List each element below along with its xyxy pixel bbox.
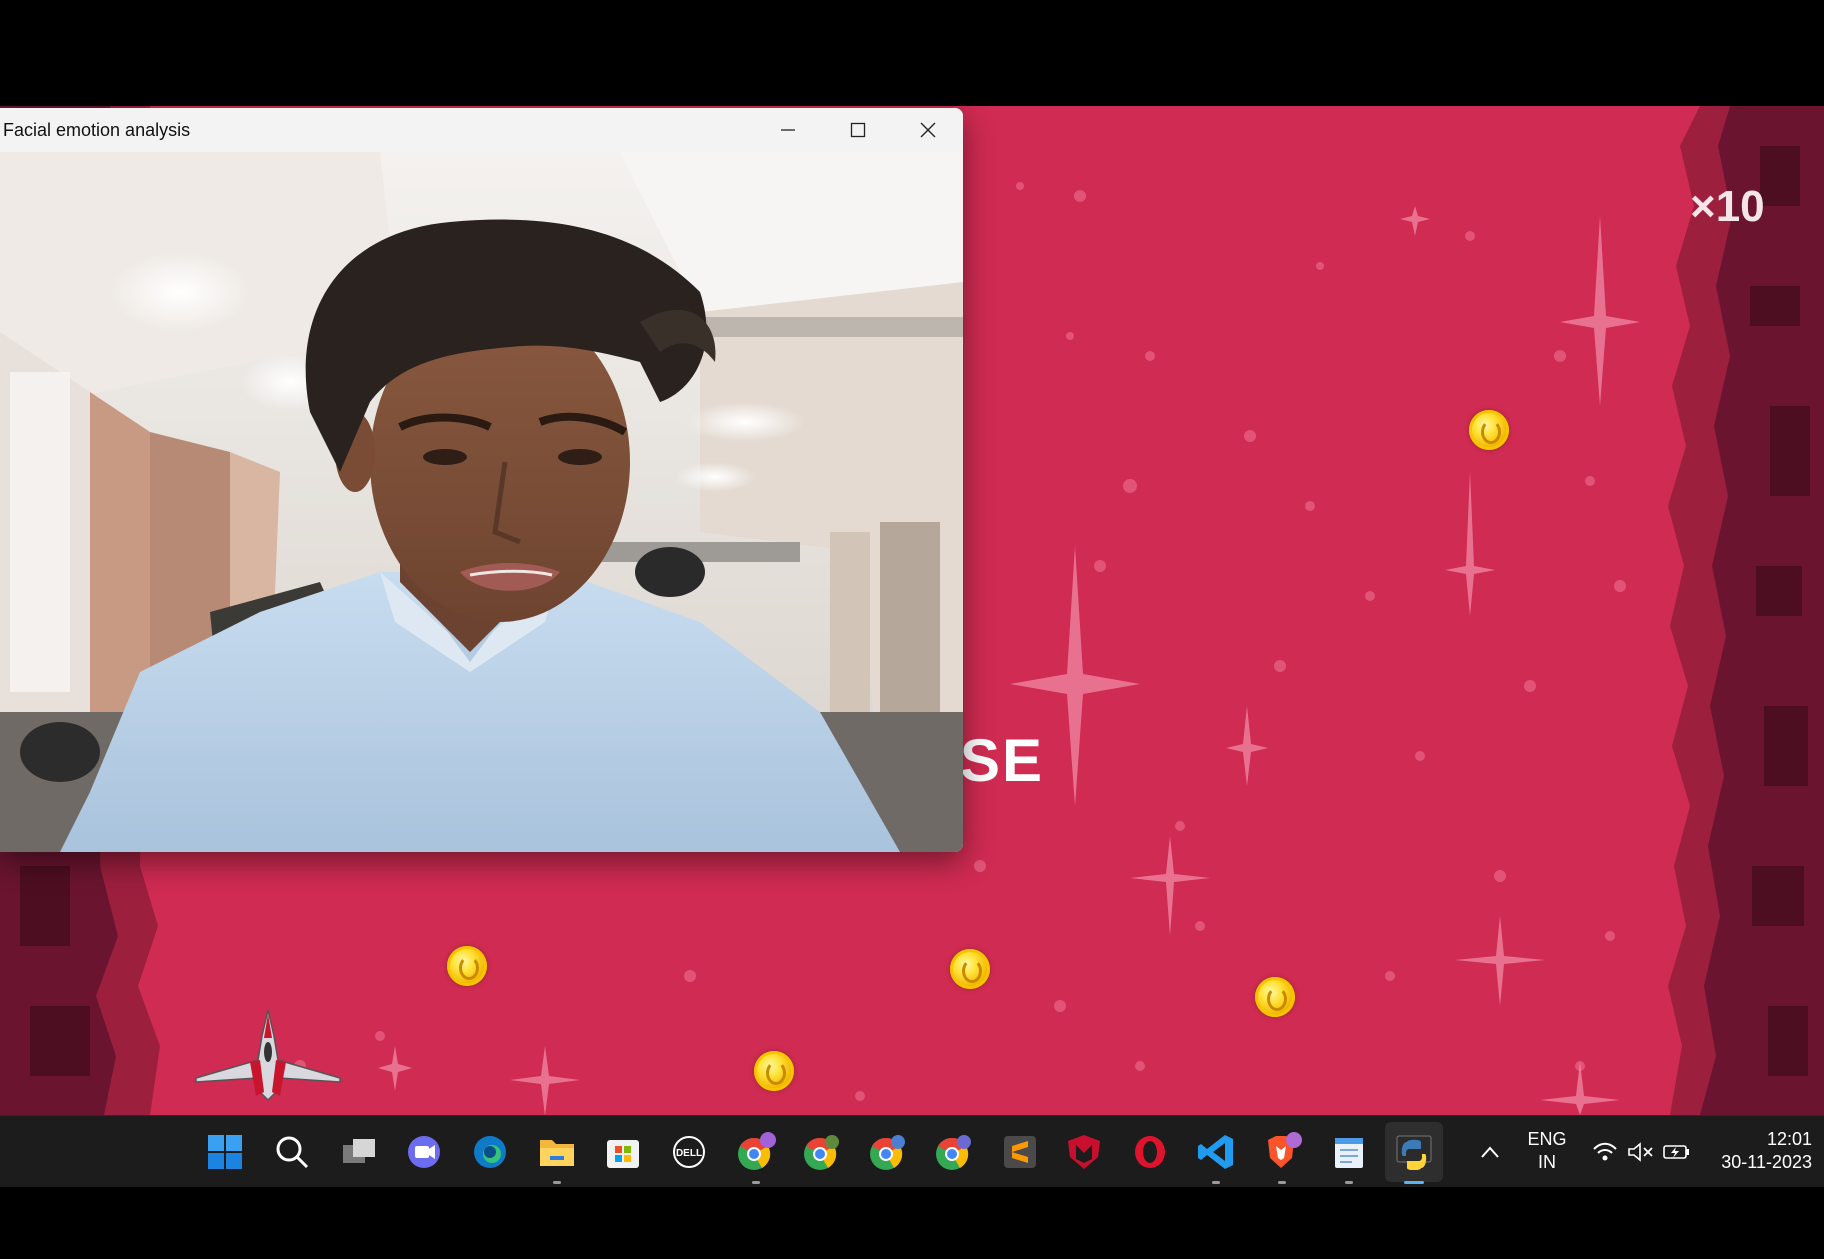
sublime-text-button[interactable] [996, 1128, 1044, 1176]
webcam-feed [0, 152, 963, 852]
chrome-profile-4-button[interactable] [930, 1128, 978, 1176]
microsoft-store-icon [607, 1140, 639, 1168]
coin [950, 949, 990, 989]
volume-muted-icon [1628, 1142, 1653, 1162]
python-icon [1396, 1135, 1432, 1170]
screen-border [0, 1187, 1824, 1259]
edge-button[interactable] [466, 1128, 514, 1176]
search-icon [276, 1136, 309, 1169]
search-button[interactable] [268, 1128, 316, 1176]
coin [1255, 977, 1295, 1017]
running-indicator [553, 1181, 561, 1184]
running-indicator [1345, 1181, 1353, 1184]
coin [754, 1051, 794, 1091]
edge-icon [474, 1136, 506, 1168]
chrome-profile-4-icon [936, 1135, 971, 1170]
file-explorer-button[interactable] [533, 1128, 581, 1184]
show-hidden-icons-button[interactable] [1466, 1128, 1514, 1176]
brave-button[interactable] [1258, 1128, 1306, 1184]
minimize-button[interactable] [753, 108, 823, 152]
battery-status[interactable] [1652, 1128, 1702, 1176]
language-code: ENG [1527, 1129, 1567, 1149]
mcafee-icon [1068, 1135, 1100, 1169]
windows-start-icon [208, 1135, 242, 1169]
active-indicator [1404, 1181, 1424, 1184]
facial-emotion-window[interactable]: Facial emotion analysis [0, 108, 963, 852]
running-indicator [1212, 1181, 1220, 1184]
opera-icon [1135, 1136, 1165, 1168]
chrome-profile-3-button[interactable] [864, 1128, 912, 1176]
player-spaceship[interactable] [194, 1010, 342, 1106]
clock-date: 30-11-2023 [1721, 1152, 1812, 1172]
notepad-button[interactable] [1325, 1128, 1373, 1184]
battery-charging-icon [1663, 1145, 1689, 1159]
minimize-icon [781, 129, 795, 131]
chrome-profile-3-icon [870, 1135, 905, 1170]
windows-taskbar: DELL ENG IN 12:01 30-11-2023 [0, 1115, 1824, 1188]
coin [447, 946, 487, 986]
window-titlebar[interactable]: Facial emotion analysis [0, 108, 963, 152]
maximize-icon [850, 122, 866, 138]
chrome-profile-1-icon [738, 1132, 776, 1170]
vscode-icon [1198, 1135, 1233, 1169]
wifi-icon [1593, 1142, 1617, 1161]
dell-icon: DELL [673, 1136, 705, 1168]
score-counter: ×10 [1690, 182, 1765, 231]
task-view-icon [343, 1139, 375, 1163]
maximize-button[interactable] [823, 108, 893, 152]
dell-button[interactable]: DELL [665, 1128, 713, 1176]
chevron-up-icon [1481, 1146, 1499, 1158]
teams-chat-icon [408, 1136, 440, 1168]
microsoft-store-button[interactable] [599, 1128, 647, 1176]
python-button[interactable] [1390, 1128, 1438, 1184]
running-indicator [1278, 1181, 1286, 1184]
brave-icon [1268, 1132, 1302, 1168]
task-view-button[interactable] [335, 1128, 383, 1176]
region-code: IN [1538, 1152, 1556, 1172]
vscode-button[interactable] [1192, 1128, 1240, 1184]
chrome-profile-2-button[interactable] [798, 1128, 846, 1176]
coin [1469, 410, 1509, 450]
running-indicator [752, 1181, 760, 1184]
close-icon [920, 122, 936, 138]
svg-text:DELL: DELL [676, 1148, 702, 1159]
mcafee-button[interactable] [1060, 1128, 1108, 1176]
window-title: Facial emotion analysis [3, 120, 191, 140]
clock-time: 12:01 [1766, 1129, 1812, 1149]
opera-button[interactable] [1126, 1128, 1174, 1176]
chrome-profile-2-icon [804, 1135, 839, 1170]
notepad-icon [1335, 1138, 1363, 1168]
clock[interactable]: 12:01 30-11-2023 [1708, 1128, 1812, 1174]
right-wall [1668, 106, 1824, 1115]
close-button[interactable] [893, 108, 963, 152]
teams-chat-button[interactable] [400, 1128, 448, 1176]
chrome-profile-1-button[interactable] [732, 1128, 780, 1184]
sublime-text-icon [1004, 1136, 1036, 1168]
language-indicator[interactable]: ENG IN [1525, 1128, 1569, 1174]
file-explorer-icon [540, 1140, 574, 1166]
start-button[interactable] [201, 1128, 249, 1176]
pause-overlay-text: SE [960, 727, 1045, 794]
